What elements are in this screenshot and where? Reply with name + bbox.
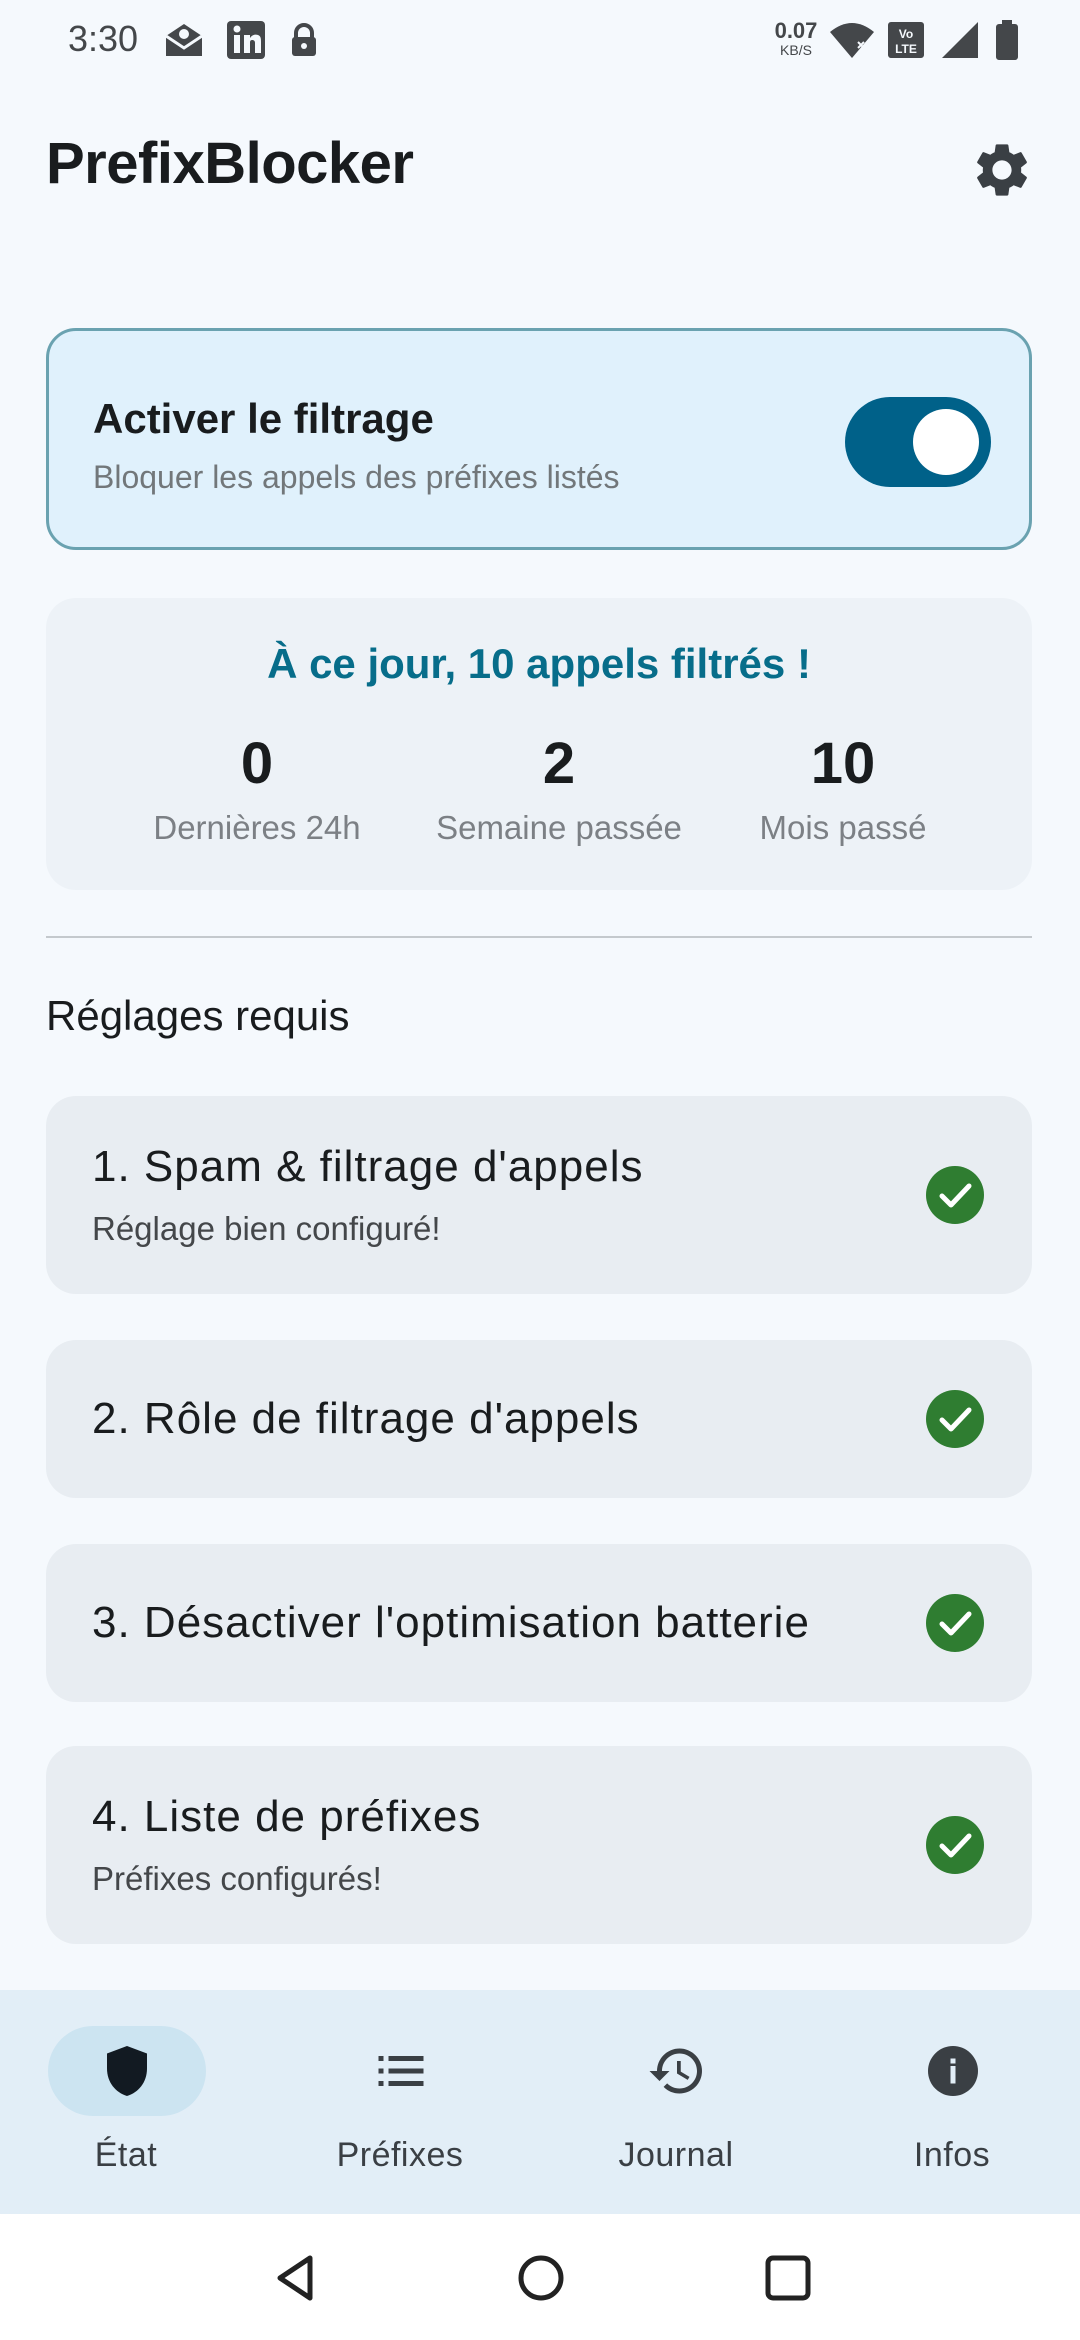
check-circle-icon: [926, 1594, 984, 1652]
filter-title: Activer le filtrage: [93, 395, 434, 442]
check-circle-icon: [926, 1390, 984, 1448]
setting-subtitle: Réglage bien configuré!: [92, 1210, 441, 1247]
recents-icon: [765, 2255, 811, 2301]
cell-signal-icon: [940, 18, 984, 62]
nav-item-infos[interactable]: Infos: [872, 2026, 1072, 2186]
home-button[interactable]: [513, 2250, 569, 2306]
nav-item-etat[interactable]: État: [46, 2026, 246, 2186]
list-icon: [378, 2056, 424, 2086]
setting-card-spam-filter[interactable]: 1. Spam & filtrage d'appels Réglage bien…: [46, 1096, 1032, 1294]
setting-title: 2. Rôle de filtrage d'appels: [92, 1394, 640, 1443]
nav-label: Infos: [913, 2136, 991, 2174]
svg-text:LTE: LTE: [895, 42, 917, 56]
switch-thumb: [913, 409, 979, 475]
battery-icon: [992, 18, 1036, 62]
gear-icon: [977, 144, 1027, 196]
lock-icon: [282, 18, 326, 62]
stat-last-week: 2 Semaine passée: [429, 730, 689, 847]
stat-value: 0: [240, 731, 274, 796]
shield-icon: [107, 2046, 147, 2096]
wifi-icon: [828, 18, 874, 62]
stat-last-month: 10 Mois passé: [713, 730, 973, 847]
nav-label: Journal: [618, 2136, 734, 2174]
check-circle-icon: [926, 1816, 984, 1874]
mail-notification-icon: [162, 18, 206, 62]
recents-button[interactable]: [760, 2250, 816, 2306]
network-speed-unit: KB/S: [780, 42, 812, 58]
divider: [46, 936, 1032, 938]
setting-title: 3. Désactiver l'optimisation batterie: [92, 1598, 810, 1647]
setting-title: 4. Liste de préfixes: [92, 1792, 482, 1841]
setting-card-battery-optimization[interactable]: 3. Désactiver l'optimisation batterie: [46, 1544, 1032, 1702]
linkedin-icon: [224, 18, 268, 62]
system-navigation-bar: [0, 2214, 1080, 2340]
stat-last-24h: 0 Dernières 24h: [127, 730, 387, 847]
home-icon: [518, 2255, 564, 2301]
stats-card: À ce jour, 10 appels filtrés ! 0 Dernièr…: [46, 598, 1032, 890]
filter-switch[interactable]: [845, 397, 991, 487]
section-title: Réglages requis: [46, 992, 350, 1039]
nav-item-prefixes[interactable]: Préfixes: [320, 2026, 520, 2186]
back-icon: [277, 2255, 313, 2301]
app-title: PrefixBlocker: [46, 131, 414, 196]
setting-subtitle: Préfixes configurés!: [92, 1860, 382, 1897]
setting-title: 1. Spam & filtrage d'appels: [92, 1142, 644, 1191]
stats-headline: À ce jour, 10 appels filtrés !: [267, 640, 811, 687]
volte-icon: Vo LTE: [886, 18, 930, 62]
status-time: 3:30: [68, 18, 139, 59]
filter-toggle-card[interactable]: Activer le filtrage Bloquer les appels d…: [46, 328, 1032, 550]
setting-card-call-screening-role[interactable]: 2. Rôle de filtrage d'appels: [46, 1340, 1032, 1498]
svg-text:Vo: Vo: [899, 27, 913, 41]
bottom-navigation: État Préfixes Journal Infos: [0, 1990, 1080, 2214]
stat-value: 10: [810, 731, 876, 796]
history-icon: [649, 2048, 702, 2094]
stat-label: Dernières 24h: [153, 809, 361, 846]
stat-value: 2: [542, 731, 576, 796]
back-button[interactable]: [268, 2250, 324, 2306]
settings-button[interactable]: [970, 138, 1034, 202]
info-icon: [928, 2046, 978, 2096]
setting-card-prefix-list[interactable]: 4. Liste de préfixes Préfixes configurés…: [46, 1746, 1032, 1944]
nav-label: État: [94, 2136, 158, 2174]
status-bar: 3:30 0.07 KB/S Vo LTE: [0, 0, 1080, 80]
check-circle-icon: [926, 1166, 984, 1224]
stat-label: Semaine passée: [436, 809, 682, 846]
nav-item-journal[interactable]: Journal: [596, 2026, 796, 2186]
stat-label: Mois passé: [759, 809, 927, 846]
filter-subtitle: Bloquer les appels des préfixes listés: [93, 459, 620, 495]
network-speed: 0.07 KB/S: [770, 18, 822, 58]
nav-label: Préfixes: [336, 2136, 464, 2174]
network-speed-value: 0.07: [774, 18, 818, 43]
